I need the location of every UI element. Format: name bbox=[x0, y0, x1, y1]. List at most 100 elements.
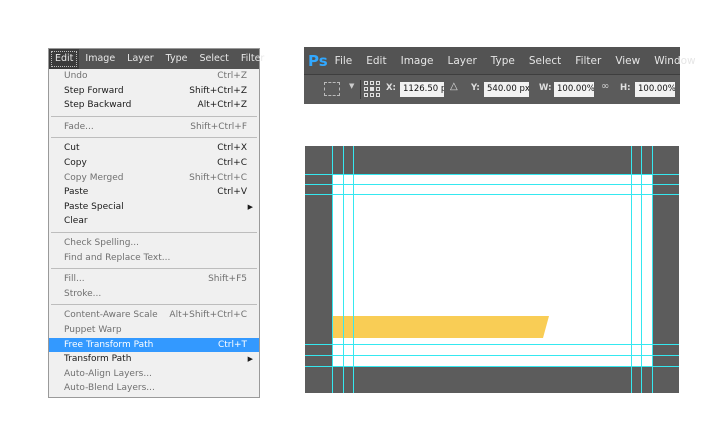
app-menu-edit[interactable]: Edit bbox=[359, 55, 393, 67]
app-menu-view[interactable]: View bbox=[608, 55, 647, 67]
menu-item-step-backward[interactable]: Step Backward Alt+Ctrl+Z bbox=[49, 98, 259, 113]
menu-separator bbox=[51, 304, 257, 306]
menu-item-shortcut: Shift+Ctrl+C bbox=[189, 172, 247, 183]
menu-item-label: Cut bbox=[64, 143, 80, 154]
menu-item-auto-blend-layers[interactable]: Auto-Blend Layers... bbox=[49, 381, 259, 396]
menu-item-stroke[interactable]: Stroke... bbox=[49, 287, 259, 302]
menu-item-shortcut: Alt+Shift+Ctrl+C bbox=[169, 310, 247, 321]
horizontal-guide[interactable] bbox=[305, 344, 679, 345]
menubar-type[interactable]: Type bbox=[160, 49, 194, 69]
options-separator bbox=[360, 80, 361, 99]
tool-preset-caret-icon[interactable]: ▼ bbox=[349, 82, 354, 90]
menubar-edit[interactable]: Edit bbox=[49, 49, 80, 69]
menu-item-label: Stroke... bbox=[64, 288, 102, 299]
menu-item-fill[interactable]: Fill... Shift+F5 bbox=[49, 272, 259, 287]
menu-separator bbox=[51, 231, 257, 233]
app-menu-select[interactable]: Select bbox=[522, 55, 568, 67]
menu-item-label: Check Spelling... bbox=[64, 237, 140, 248]
menu-item-find-and-replace-text[interactable]: Find and Replace Text... bbox=[49, 251, 259, 266]
menu-bar: Edit Image Layer Type Select Filter bbox=[49, 49, 264, 69]
menubar-select[interactable]: Select bbox=[194, 49, 235, 69]
menu-item-copy[interactable]: Copy Ctrl+C bbox=[49, 156, 259, 171]
menu-item-cut[interactable]: Cut Ctrl+X bbox=[49, 141, 259, 156]
menu-item-fade[interactable]: Fade... Shift+Ctrl+F bbox=[49, 120, 259, 135]
app-menu-layer[interactable]: Layer bbox=[440, 55, 483, 67]
app-menu-bar: Ps File Edit Image Layer Type Select Filter Vie… bbox=[304, 47, 696, 74]
menu-item-label: Undo bbox=[64, 71, 88, 81]
document-canvas[interactable] bbox=[305, 146, 679, 393]
x-position-field[interactable]: 1126.50 px bbox=[400, 82, 444, 97]
y-label: Y: bbox=[471, 83, 480, 93]
menu-item-label: Transform Path bbox=[64, 354, 132, 365]
app-menu-image[interactable]: Image bbox=[394, 55, 441, 67]
menu-item-copy-merged[interactable]: Copy Merged Shift+Ctrl+C bbox=[49, 171, 259, 186]
menu-item-shortcut: Ctrl+T bbox=[217, 339, 247, 350]
menu-item-step-forward[interactable]: Step Forward Shift+Ctrl+Z bbox=[49, 84, 259, 99]
menu-item-transform-path[interactable]: Transform Path ▶ bbox=[49, 352, 259, 367]
app-menu-window[interactable]: Window bbox=[647, 55, 702, 67]
menu-item-shortcut: Ctrl+V bbox=[217, 187, 247, 198]
height-field[interactable]: 100.00% bbox=[635, 82, 675, 97]
y-position-field[interactable]: 540.00 px bbox=[484, 82, 529, 97]
menubar-layer[interactable]: Layer bbox=[121, 49, 160, 69]
photoshop-logo: Ps bbox=[308, 51, 328, 70]
reference-point-icon[interactable] bbox=[364, 81, 381, 98]
transform-tool-icon[interactable] bbox=[324, 82, 340, 96]
menu-item-label: Content-Aware Scale bbox=[64, 310, 158, 321]
menu-item-paste[interactable]: Paste Ctrl+V bbox=[49, 185, 259, 200]
menu-item-shortcut: Shift+Ctrl+F bbox=[190, 121, 247, 132]
width-label: W: bbox=[539, 83, 552, 93]
menu-item-content-aware-scale[interactable]: Content-Aware Scale Alt+Shift+Ctrl+C bbox=[49, 308, 259, 323]
menu-item-shortcut: Ctrl+X bbox=[217, 143, 247, 154]
menu-item-free-transform-path[interactable]: Free Transform Path Ctrl+T bbox=[49, 337, 259, 353]
menu-item-label: Puppet Warp bbox=[64, 324, 122, 335]
yellow-rectangle-shape[interactable] bbox=[332, 316, 549, 338]
options-bar: ▼ X: 1126.50 px △ Y: 540.00 px W: 100.00… bbox=[304, 75, 680, 104]
menu-separator bbox=[51, 115, 257, 117]
menu-item-label: Step Forward bbox=[64, 85, 124, 96]
menu-item-label: Auto-Align Layers... bbox=[64, 368, 152, 379]
link-proportions-icon[interactable]: ∞ bbox=[601, 81, 609, 92]
menu-item-undo[interactable]: Undo Ctrl+Z bbox=[49, 69, 259, 84]
height-label: H: bbox=[620, 83, 631, 93]
menu-item-label: Find and Replace Text... bbox=[64, 252, 171, 263]
app-menu-type[interactable]: Type bbox=[484, 55, 522, 67]
menu-item-label: Paste bbox=[64, 187, 89, 198]
menu-item-label: Copy bbox=[64, 157, 87, 168]
menubar-image[interactable]: Image bbox=[79, 49, 121, 69]
menu-separator bbox=[51, 137, 257, 139]
horizontal-guide[interactable] bbox=[305, 194, 679, 195]
menu-item-label: Copy Merged bbox=[64, 172, 124, 183]
menu-item-label: Free Transform Path bbox=[64, 339, 154, 350]
menu-item-auto-align-layers[interactable]: Auto-Align Layers... bbox=[49, 367, 259, 382]
menu-item-label: Paste Special bbox=[64, 201, 124, 212]
menu-item-paste-special[interactable]: Paste Special ▶ bbox=[49, 200, 259, 215]
menu-item-shortcut: Ctrl+C bbox=[217, 157, 247, 168]
width-field[interactable]: 100.00% bbox=[554, 82, 594, 97]
menu-item-label: Auto-Blend Layers... bbox=[64, 383, 155, 394]
artboard[interactable] bbox=[332, 174, 652, 367]
menu-item-shortcut: Ctrl+Z bbox=[217, 71, 247, 81]
menu-item-check-spelling[interactable]: Check Spelling... bbox=[49, 236, 259, 251]
menu-item-shortcut: Shift+F5 bbox=[208, 274, 247, 285]
edit-menu-panel: Edit Image Layer Type Select Filter Undo Ctrl+… bbox=[48, 48, 264, 398]
menubar-filter[interactable]: Filter bbox=[235, 49, 271, 69]
menu-item-label: Step Backward bbox=[64, 100, 132, 111]
horizontal-guide[interactable] bbox=[305, 366, 679, 367]
app-menu-filter[interactable]: Filter bbox=[568, 55, 608, 67]
menu-item-label: Fade... bbox=[64, 121, 94, 132]
menu-item-puppet-warp[interactable]: Puppet Warp bbox=[49, 323, 259, 338]
menu-separator bbox=[51, 268, 257, 270]
edit-menu-list: Undo Ctrl+Z Step Forward Shift+Ctrl+Z Step B… bbox=[49, 69, 259, 396]
menu-item-clear[interactable]: Clear bbox=[49, 214, 259, 229]
horizontal-guide[interactable] bbox=[305, 184, 679, 185]
menu-item-shortcut: Shift+Ctrl+Z bbox=[189, 85, 247, 96]
horizontal-guide[interactable] bbox=[305, 355, 679, 356]
x-label: X: bbox=[386, 83, 396, 93]
app-menu-file[interactable]: File bbox=[328, 55, 360, 67]
submenu-arrow-icon: ▶ bbox=[247, 202, 253, 211]
horizontal-guide[interactable] bbox=[305, 174, 679, 175]
relative-position-icon[interactable]: △ bbox=[450, 81, 458, 92]
photoshop-header: Ps File Edit Image Layer Type Select Filter Vie… bbox=[304, 47, 696, 104]
submenu-arrow-icon: ▶ bbox=[247, 355, 253, 364]
